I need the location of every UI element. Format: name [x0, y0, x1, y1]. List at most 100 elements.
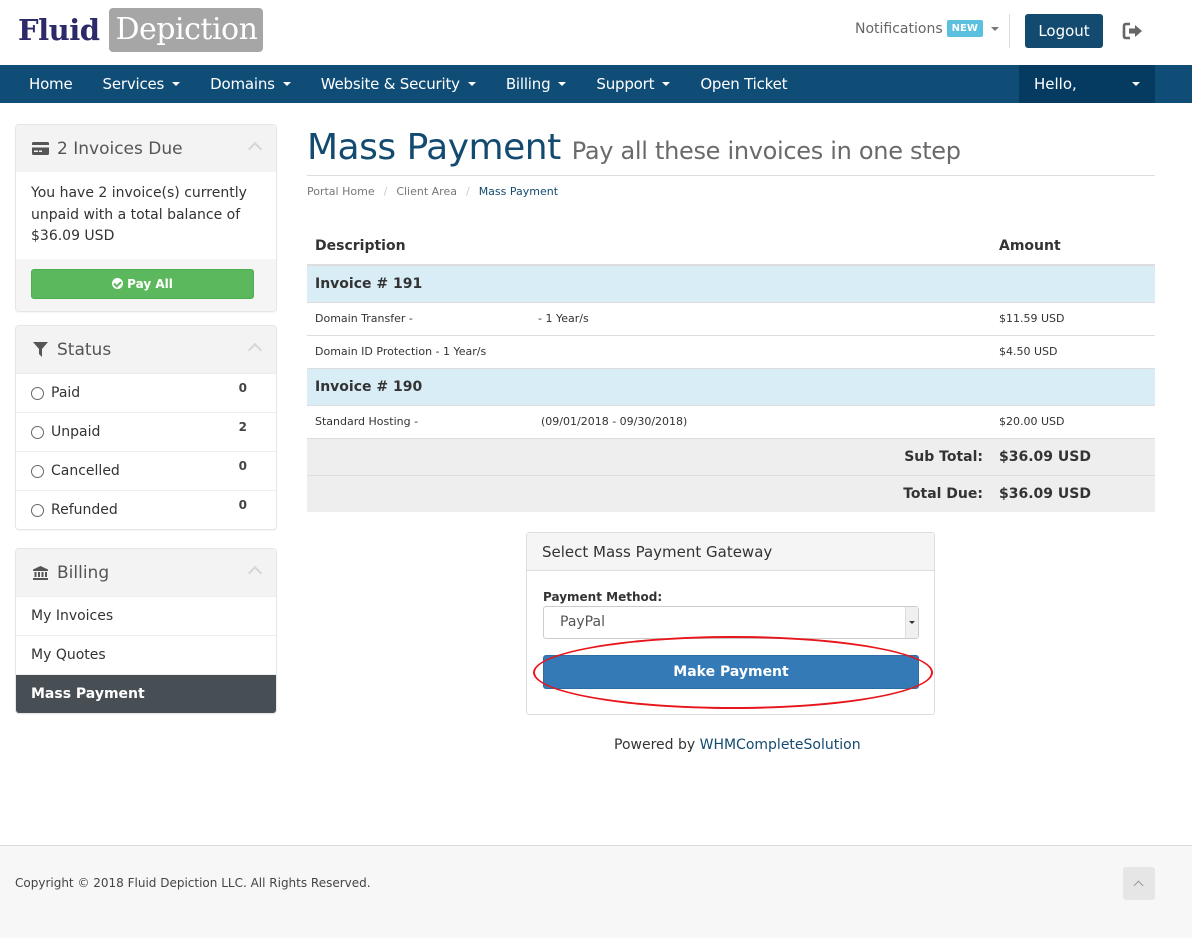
invoices-due-heading[interactable]: 2 Invoices Due	[16, 125, 276, 172]
user-account-dropdown[interactable]: Hello,	[1019, 65, 1155, 103]
notifications-label: Notifications	[855, 20, 943, 37]
status-heading[interactable]: Status	[16, 326, 276, 373]
nav-website-security[interactable]: Website & Security	[306, 65, 491, 103]
powered-by-link[interactable]: WHMCompleteSolution	[700, 737, 861, 753]
header-divider	[1009, 14, 1010, 48]
radio-icon[interactable]	[31, 464, 44, 478]
status-filter-paid[interactable]: Paid 0	[16, 373, 276, 412]
logout-button[interactable]: Logout	[1025, 14, 1103, 48]
pay-all-button[interactable]: Pay All	[31, 268, 254, 299]
status-filter-panel: Status Paid 0 Unpaid 2 Cancelled 0 Refun…	[15, 325, 277, 530]
table-row: Standard Hosting - (09/01/2018 - 09/30/2…	[307, 404, 1155, 438]
nav-website-security-label: Website & Security	[320, 75, 460, 93]
invoice-title: Invoice # 190	[307, 367, 1155, 405]
caret-down-icon	[662, 82, 671, 86]
title-divider	[307, 175, 1155, 176]
nav-home[interactable]: Home	[14, 65, 88, 103]
payment-method-label: Payment Method:	[543, 590, 663, 604]
item-description: Domain ID Protection - 1 Year/s	[307, 334, 991, 368]
page-title-main: Mass Payment	[307, 127, 561, 168]
subtotal-label: Sub Total:	[307, 437, 991, 475]
invoices-due-footer: Pay All	[16, 258, 276, 311]
caret-down-icon	[172, 82, 181, 86]
invoices-due-title: 2 Invoices Due	[57, 138, 183, 159]
nav-support[interactable]: Support	[581, 65, 685, 103]
powered-by: Powered by WHMCompleteSolution	[614, 737, 861, 753]
caret-down-icon	[990, 26, 999, 31]
sidebar-item-label: Mass Payment	[31, 686, 145, 702]
invoices-due-message: You have 2 invoice(s) currently unpaid w…	[31, 185, 247, 244]
total-due-value: $36.09 USD	[991, 474, 1155, 512]
nav-home-label: Home	[29, 75, 73, 93]
chevron-up-icon[interactable]	[247, 342, 263, 358]
invoice-table: Description Amount Invoice # 191 Domain …	[307, 228, 1155, 512]
item-amount: $4.50 USD	[991, 334, 1155, 368]
nav-services-label: Services	[102, 75, 165, 93]
column-header-amount: Amount	[991, 228, 1155, 266]
payment-method-select[interactable]: PayPal	[543, 606, 919, 639]
column-header-description: Description	[307, 228, 991, 266]
back-to-top-button[interactable]	[1123, 867, 1155, 900]
caret-down-icon	[1132, 82, 1140, 86]
table-row: Domain ID Protection - 1 Year/s $4.50 US…	[307, 334, 1155, 368]
status-count: 2	[238, 420, 247, 434]
status-filter-refunded[interactable]: Refunded 0	[16, 490, 276, 529]
caret-down-icon	[467, 82, 476, 86]
sign-out-icon[interactable]	[1122, 20, 1144, 42]
user-greeting: Hello,	[1034, 75, 1077, 93]
page-title-subtitle: Pay all these invoices in one step	[571, 137, 961, 165]
billing-panel: Billing My Invoices My Quotes Mass Payme…	[15, 548, 277, 714]
make-payment-button[interactable]: Make Payment	[543, 655, 919, 689]
status-count: 0	[238, 498, 247, 512]
logo-text-depiction: Depiction	[109, 8, 264, 52]
chevron-up-icon[interactable]	[247, 565, 263, 581]
payment-gateway-panel: Select Mass Payment Gateway Payment Meth…	[526, 532, 935, 715]
billing-title: Billing	[57, 562, 110, 583]
invoice-title: Invoice # 191	[307, 264, 1155, 302]
breadcrumb-portal-home[interactable]: Portal Home	[307, 185, 375, 198]
caret-down-icon	[558, 82, 567, 86]
payment-method-value: PayPal	[560, 614, 605, 630]
nav-open-ticket[interactable]: Open Ticket	[685, 65, 802, 103]
status-filter-unpaid[interactable]: Unpaid 2	[16, 412, 276, 451]
radio-icon[interactable]	[31, 386, 44, 400]
item-detail: - 1 Year/s	[538, 301, 991, 335]
radio-icon[interactable]	[31, 425, 44, 439]
powered-by-prefix: Powered by	[614, 737, 696, 753]
total-due-row: Total Due: $36.09 USD	[307, 474, 1155, 512]
status-filter-cancelled[interactable]: Cancelled 0	[16, 451, 276, 490]
caret-down-icon	[282, 82, 291, 86]
breadcrumb: Portal Home / Client Area / Mass Payment	[307, 185, 558, 198]
sidebar-item-mass-payment[interactable]: Mass Payment	[16, 674, 276, 713]
billing-heading[interactable]: Billing	[16, 549, 276, 596]
radio-icon[interactable]	[31, 503, 44, 517]
breadcrumb-client-area[interactable]: Client Area	[396, 185, 457, 198]
status-label: Paid	[51, 385, 81, 401]
status-label: Unpaid	[51, 424, 101, 440]
logo[interactable]: Fluid Depiction	[18, 8, 264, 52]
select-arrow-icon	[905, 607, 918, 638]
notifications-dropdown[interactable]: Notifications NEW	[855, 20, 999, 37]
breadcrumb-separator: /	[383, 185, 388, 198]
nav-billing[interactable]: Billing	[491, 65, 582, 103]
logo-text-fluid: Fluid	[18, 13, 100, 47]
status-count: 0	[238, 381, 247, 395]
status-count: 0	[238, 459, 247, 473]
sidebar-item-label: My Invoices	[31, 608, 114, 624]
item-amount: $11.59 USD	[991, 301, 1155, 335]
site-header: Fluid Depiction Notifications NEW Logout	[0, 0, 1192, 65]
item-amount: $20.00 USD	[991, 404, 1155, 438]
nav-open-ticket-label: Open Ticket	[700, 75, 788, 93]
notifications-new-badge: NEW	[946, 20, 983, 37]
gateway-panel-title: Select Mass Payment Gateway	[527, 533, 934, 571]
item-description: Standard Hosting -	[307, 404, 538, 438]
status-label: Refunded	[51, 502, 118, 518]
nav-domains[interactable]: Domains	[195, 65, 306, 103]
pay-all-label: Pay All	[127, 276, 173, 291]
breadcrumb-current: Mass Payment	[478, 185, 559, 198]
chevron-up-icon[interactable]	[247, 141, 263, 157]
sidebar-item-my-invoices[interactable]: My Invoices	[16, 596, 276, 635]
nav-services[interactable]: Services	[88, 65, 196, 103]
sidebar-item-label: My Quotes	[31, 647, 106, 663]
sidebar-item-my-quotes[interactable]: My Quotes	[16, 635, 276, 674]
